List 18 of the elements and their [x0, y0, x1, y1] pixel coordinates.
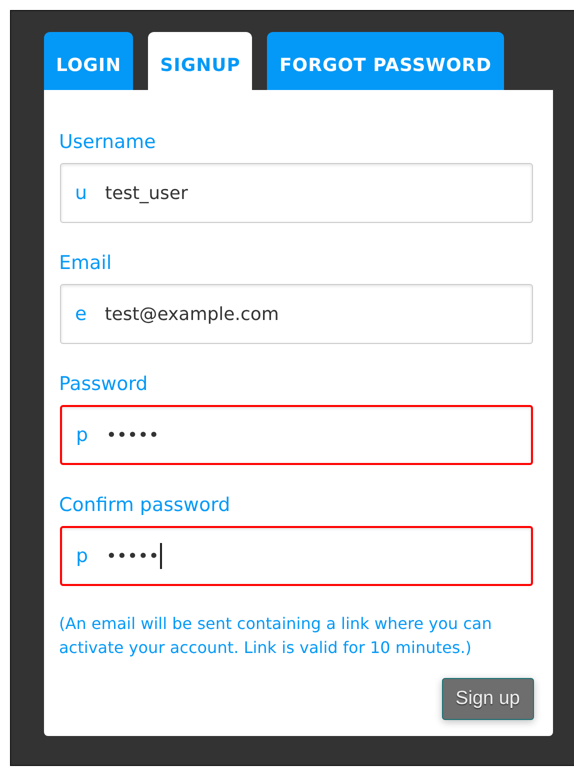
- input-field[interactable]: p •••••: [60, 405, 533, 465]
- field-label: Username: [59, 130, 157, 154]
- input-field[interactable]: e test@example.com: [60, 284, 533, 344]
- field-value: test@example.com: [104, 304, 279, 324]
- field-value: •••••: [106, 546, 160, 566]
- field-prefix: e: [75, 303, 87, 325]
- input-field[interactable]: p •••••: [60, 526, 533, 586]
- field-value: •••••: [106, 424, 160, 446]
- input-field[interactable]: u test_user: [60, 163, 533, 223]
- field-prefix: p: [76, 545, 88, 567]
- field-label: Password: [59, 372, 149, 396]
- field-value: test_user: [105, 182, 188, 204]
- field-prefix: u: [75, 182, 88, 204]
- field-prefix: p: [76, 424, 88, 446]
- sign-up-button[interactable]: Sign up: [442, 678, 534, 720]
- info-note: (An email will be sent containing a link where you can activate your account. Link is valid for 10 minutes.): [59, 613, 493, 659]
- field-label: Email: [59, 251, 113, 275]
- field-label: Confirm password: [59, 493, 232, 517]
